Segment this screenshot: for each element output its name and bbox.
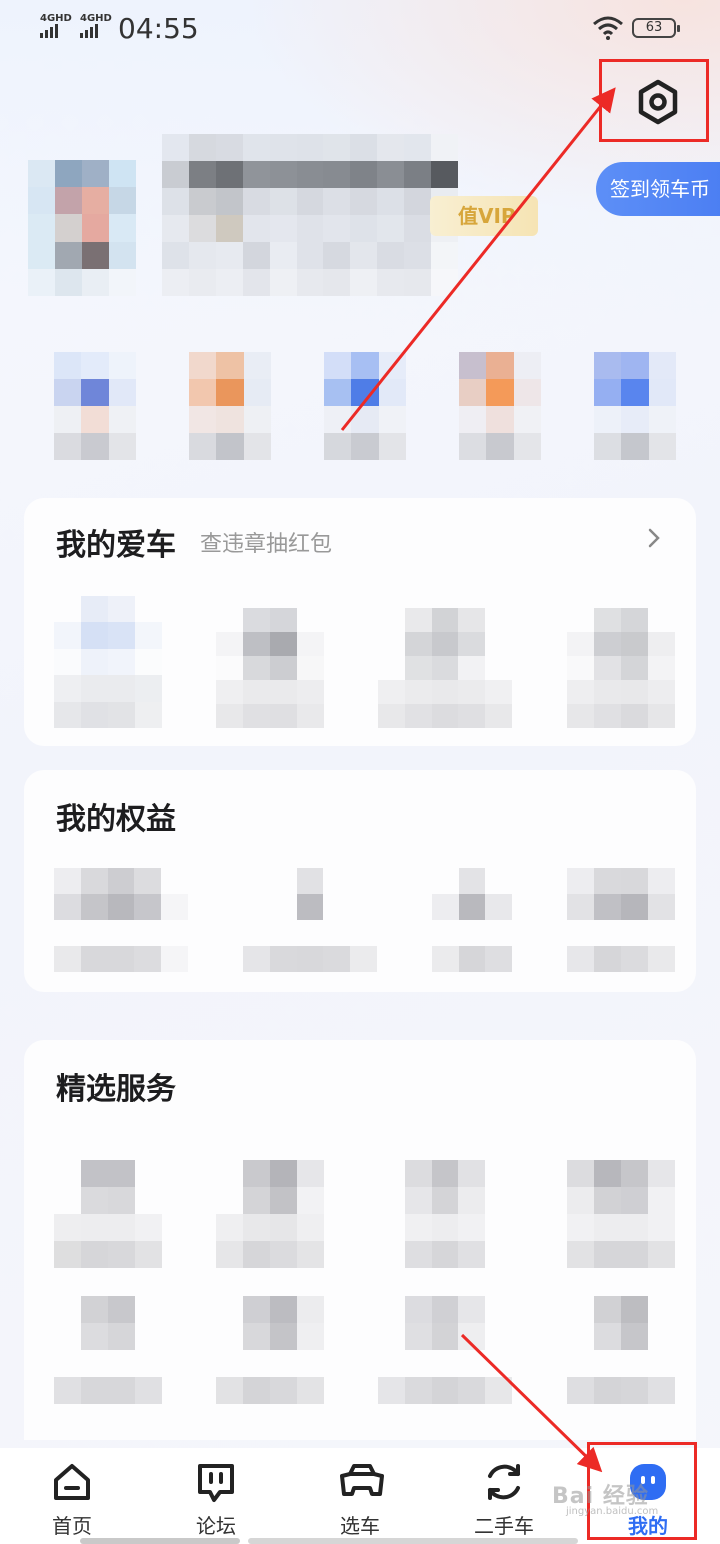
watermark-url: jingyan.baidu.com <box>566 1506 659 1517</box>
benefit-item-3[interactable] <box>432 868 512 972</box>
forum-icon <box>198 1464 234 1502</box>
nav-label-used-car: 二手车 <box>474 1514 534 1538</box>
battery-indicator: 63 <box>632 18 680 38</box>
nav-label-select-car: 选车 <box>340 1514 380 1538</box>
signal-indicator-1: 4GHD <box>40 14 72 38</box>
service-item-2[interactable] <box>216 1160 324 1268</box>
username <box>162 134 458 296</box>
nav-label-home: 首页 <box>52 1514 92 1538</box>
status-bar: 4GHD 4GHD 04:55 63 <box>0 0 720 58</box>
my-car-item-2[interactable] <box>216 608 324 728</box>
services-title: 精选服务 <box>56 1072 176 1107</box>
my-car-title: 我的爱车 <box>56 528 176 563</box>
chevron-right-icon[interactable] <box>646 526 662 550</box>
scroll-indicator <box>80 1538 240 1544</box>
nav-item-home[interactable]: 首页 <box>12 1448 132 1544</box>
service-item-5[interactable] <box>54 1296 162 1404</box>
used-car-icon <box>488 1464 520 1500</box>
wifi-icon <box>593 16 623 40</box>
nav-label-forum: 论坛 <box>196 1514 236 1538</box>
scroll-indicator-track <box>248 1538 578 1544</box>
my-benefits-title: 我的权益 <box>56 802 176 837</box>
my-car-item-1[interactable] <box>54 596 162 728</box>
signal-label-2: 4GHD <box>80 13 112 24</box>
settings-highlight-box <box>599 59 709 142</box>
signal-indicator-2: 4GHD <box>80 14 112 38</box>
benefit-item-1[interactable] <box>54 868 188 972</box>
nav-item-used-car[interactable]: 二手车 <box>444 1448 564 1544</box>
quick-entry-3[interactable] <box>324 352 406 460</box>
service-item-1[interactable] <box>54 1160 162 1268</box>
service-item-8[interactable] <box>567 1296 675 1404</box>
benefit-item-2[interactable] <box>243 868 377 972</box>
service-item-7[interactable] <box>378 1296 512 1404</box>
quick-entry-4[interactable] <box>459 352 541 460</box>
my-car-item-4[interactable] <box>567 608 675 728</box>
battery-level: 63 <box>645 20 663 35</box>
quick-entry-1[interactable] <box>54 352 136 460</box>
quick-entry-5[interactable] <box>594 352 676 460</box>
nav-item-forum[interactable]: 论坛 <box>156 1448 276 1544</box>
service-item-3[interactable] <box>405 1160 485 1268</box>
my-car-item-3[interactable] <box>378 608 512 728</box>
benefit-item-4[interactable] <box>567 868 675 972</box>
vip-badge[interactable]: 值VIP <box>430 196 538 236</box>
nav-item-select-car[interactable]: 选车 <box>300 1448 420 1544</box>
signal-label-1: 4GHD <box>40 13 72 24</box>
checkin-button[interactable]: 签到领车币 <box>596 162 720 216</box>
service-item-6[interactable] <box>216 1296 324 1404</box>
service-item-4[interactable] <box>567 1160 675 1268</box>
quick-entry-2[interactable] <box>189 352 271 460</box>
clock: 04:55 <box>118 12 199 45</box>
home-icon <box>54 1464 90 1500</box>
car-select-icon <box>340 1464 384 1496</box>
avatar[interactable] <box>28 160 136 296</box>
my-car-subtitle[interactable]: 查违章抽红包 <box>200 526 332 558</box>
